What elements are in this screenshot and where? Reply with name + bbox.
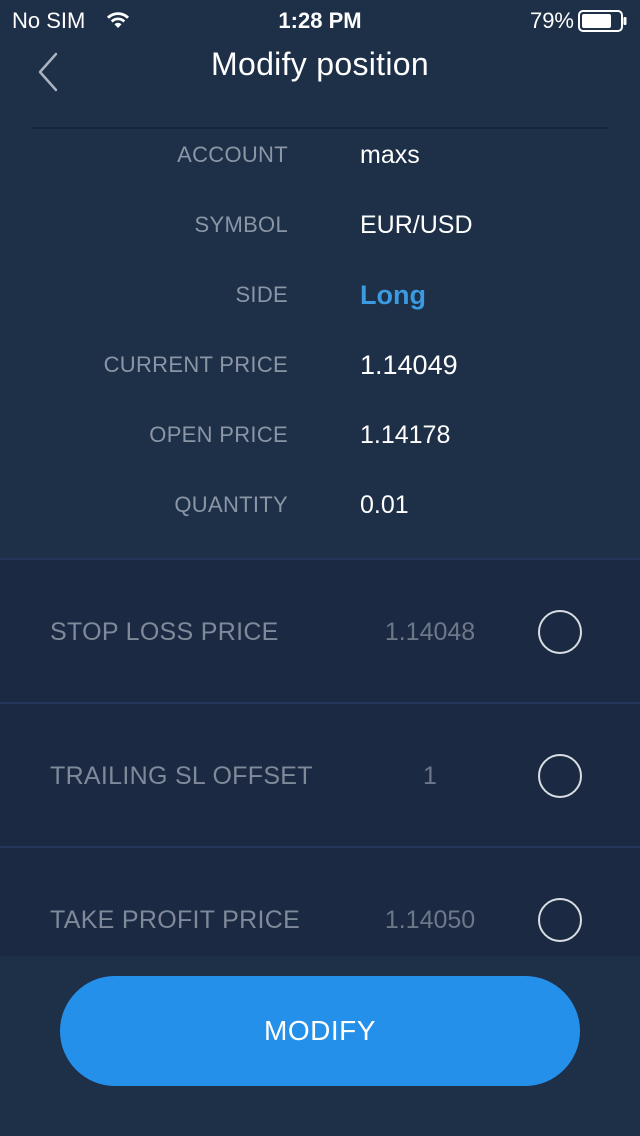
trailing-sl-radio[interactable]	[538, 754, 582, 798]
info-row-symbol: SYMBOL EUR/USD	[0, 190, 640, 260]
order-options: STOP LOSS PRICE 1.14048 TRAILING SL OFFS…	[0, 558, 640, 958]
take-profit-radio[interactable]	[538, 898, 582, 942]
info-row-account: ACCOUNT maxs	[0, 120, 640, 190]
status-bar: No SIM 1:28 PM 79%	[0, 0, 640, 40]
current-price-label: CURRENT PRICE	[103, 352, 288, 377]
stop-loss-radio[interactable]	[538, 610, 582, 654]
account-value: maxs	[360, 141, 420, 169]
battery-percent: 79%	[529, 8, 574, 33]
screen: No SIM 1:28 PM 79% Modify position ACCOU…	[0, 0, 640, 1136]
bottom-action-bar: MODIFY	[0, 956, 640, 1136]
position-details: ACCOUNT maxs SYMBOL EUR/USD SIDE Long CU…	[0, 120, 640, 558]
take-profit-label: TAKE PROFIT PRICE	[50, 906, 301, 934]
trailing-sl-row[interactable]: TRAILING SL OFFSET 1	[0, 702, 640, 846]
nav-bar: Modify position	[0, 40, 640, 129]
stop-loss-label: STOP LOSS PRICE	[50, 618, 279, 646]
account-label: ACCOUNT	[177, 142, 288, 167]
quantity-label: QUANTITY	[174, 492, 288, 517]
modify-button[interactable]: MODIFY	[60, 976, 580, 1086]
info-row-quantity: QUANTITY 0.01	[0, 470, 640, 540]
take-profit-value[interactable]: 1.14050	[340, 848, 520, 958]
trailing-sl-value[interactable]: 1	[340, 704, 520, 848]
open-price-label: OPEN PRICE	[149, 422, 288, 447]
side-label: SIDE	[235, 282, 288, 307]
open-price-value: 1.14178	[360, 421, 451, 449]
page-title: Modify position	[211, 46, 429, 82]
quantity-value: 0.01	[360, 491, 409, 519]
symbol-value: EUR/USD	[360, 211, 473, 239]
take-profit-row[interactable]: TAKE PROFIT PRICE 1.14050	[0, 846, 640, 958]
info-row-open-price: OPEN PRICE 1.14178	[0, 400, 640, 470]
current-price-value: 1.14049	[360, 350, 458, 380]
info-row-side: SIDE Long	[0, 260, 640, 330]
battery-icon	[578, 10, 627, 32]
trailing-sl-label: TRAILING SL OFFSET	[50, 762, 313, 790]
info-row-current-price: CURRENT PRICE 1.14049	[0, 330, 640, 400]
stop-loss-value[interactable]: 1.14048	[340, 560, 520, 704]
stop-loss-row[interactable]: STOP LOSS PRICE 1.14048	[0, 558, 640, 702]
symbol-label: SYMBOL	[194, 212, 288, 237]
side-value: Long	[360, 280, 426, 310]
